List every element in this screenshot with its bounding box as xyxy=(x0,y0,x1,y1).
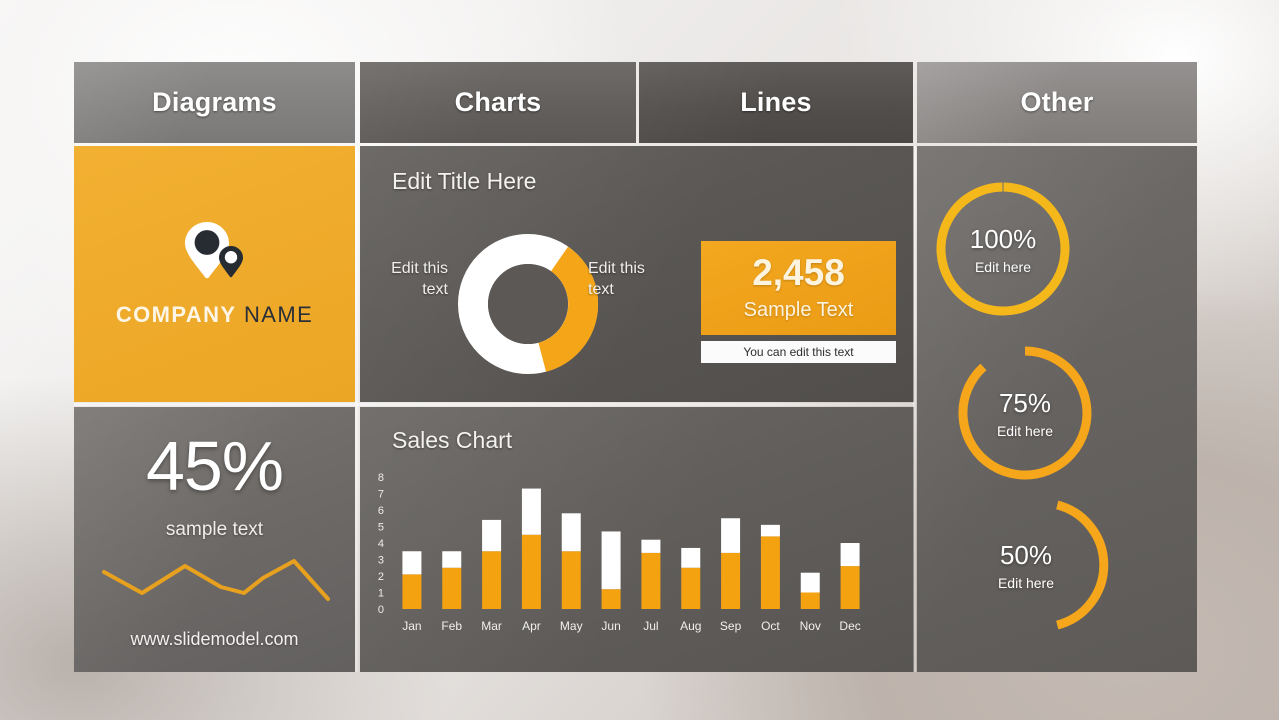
x-axis-tick: Feb xyxy=(441,619,462,633)
company-name-second: NAME xyxy=(243,302,314,327)
y-axis-tick: 7 xyxy=(378,489,384,501)
gauge-50-caption: Edit here xyxy=(997,575,1055,591)
y-axis-tick: 2 xyxy=(378,571,384,583)
other-card: 100% Edit here 75% Edit here 50% Edit he… xyxy=(917,146,1197,672)
sales-chart-title: Sales Chart xyxy=(392,427,513,453)
tab-other[interactable]: Other xyxy=(917,62,1197,143)
x-axis-tick: Sep xyxy=(720,619,742,633)
x-axis-tick: Mar xyxy=(481,619,502,633)
y-axis-tick: 1 xyxy=(378,588,384,600)
y-axis-tick: 8 xyxy=(378,472,384,484)
divider-left xyxy=(355,146,358,672)
chart-card: Edit Title Here Edit this text Edit this… xyxy=(360,146,914,402)
donut-label-right: Edit this text xyxy=(588,260,645,299)
bar-segment-orange xyxy=(402,574,422,609)
bar-segment-white xyxy=(840,543,860,567)
bar-segment-white xyxy=(402,551,422,575)
sales-chart-card: Sales Chart 0 1 2 3 4 5 6 7 8 Jan Feb Mar Apr May Jun J… xyxy=(360,407,914,672)
percent-card: 45% sample text www.slidemodel.com xyxy=(74,407,355,672)
bar-segment-white xyxy=(482,519,502,552)
bar-segment-white xyxy=(800,572,820,593)
sales-chart-plot: 0 1 2 3 4 5 6 7 8 Jan Feb Mar Apr May Jun Jul Aug Sep Oct N… xyxy=(378,472,861,633)
x-axis-tick: Jun xyxy=(601,619,620,633)
bar-segment-orange xyxy=(482,551,502,609)
bar-segment-white xyxy=(721,518,741,553)
stat-card: 2,458 Sample Text xyxy=(701,241,896,335)
y-axis-tick: 6 xyxy=(378,505,384,517)
x-axis-tick: Oct xyxy=(761,619,780,633)
y-axis-tick: 5 xyxy=(378,522,384,534)
donut-label-left: Edit this text xyxy=(391,260,448,299)
bar-segment-white xyxy=(442,551,462,568)
gauge-100-caption: Edit here xyxy=(974,259,1032,275)
x-axis-tick: Apr xyxy=(522,619,541,633)
gauge-100-percent: 100% xyxy=(969,224,1037,254)
tab-lines[interactable]: Lines xyxy=(639,62,913,143)
bar-segment-orange xyxy=(681,567,701,609)
gauge-50-percent: 50% xyxy=(999,540,1053,570)
stat-note[interactable]: You can edit this text xyxy=(701,341,896,363)
gauge-75-caption: Edit here xyxy=(996,423,1054,439)
x-axis-tick: Dec xyxy=(839,619,860,633)
bar-segment-orange xyxy=(561,551,581,609)
tab-charts[interactable]: Charts xyxy=(360,62,636,143)
bar-segment-orange xyxy=(442,567,462,609)
divider-right xyxy=(913,146,916,672)
tab-charts-label: Charts xyxy=(454,87,542,117)
company-name: COMPANY NAME xyxy=(116,302,313,328)
bar-segment-orange xyxy=(840,566,860,609)
stat-caption: Sample Text xyxy=(743,299,854,321)
bar-segment-orange xyxy=(800,592,820,609)
location-pin-logo-icon xyxy=(179,220,251,284)
bar-segment-orange xyxy=(521,534,541,609)
x-axis-tick: Aug xyxy=(680,619,701,633)
x-axis-tick: Jan xyxy=(402,619,421,633)
company-name-first: COMPANY xyxy=(115,302,237,327)
website-url: www.slidemodel.com xyxy=(130,629,299,649)
donut-chart xyxy=(458,234,599,374)
tab-lines-label: Lines xyxy=(740,87,812,117)
x-axis-tick: May xyxy=(560,619,583,633)
slide-canvas: Diagrams Charts Lines Other COMPANY NAME… xyxy=(0,0,1279,720)
tab-diagrams-label: Diagrams xyxy=(152,87,277,117)
gauge-100: 100% Edit here xyxy=(932,178,1074,320)
y-axis-tick: 3 xyxy=(378,555,384,567)
gauge-75-percent: 75% xyxy=(998,388,1052,418)
company-card: COMPANY NAME xyxy=(74,146,355,402)
bar-segment-orange xyxy=(641,552,661,609)
x-axis-tick: Jul xyxy=(643,619,658,633)
y-axis-tick: 0 xyxy=(378,604,384,616)
percent-value: 45% xyxy=(145,427,284,505)
bar-segment-white xyxy=(521,488,541,535)
x-axis-tick: Nov xyxy=(800,619,821,633)
chart-card-title: Edit Title Here xyxy=(392,168,537,194)
bar-segment-orange xyxy=(721,552,741,609)
bar-segment-white xyxy=(641,539,661,553)
gauge-50: 50% Edit here xyxy=(997,494,1139,636)
bar-segment-white xyxy=(601,531,621,590)
bar-segment-orange xyxy=(601,589,621,609)
y-axis-tick: 4 xyxy=(378,538,384,550)
percent-caption: sample text xyxy=(165,519,264,540)
bar-segment-white xyxy=(681,547,701,568)
gauge-75: 75% Edit here xyxy=(954,342,1096,484)
tab-other-label: Other xyxy=(1020,87,1094,117)
tab-diagrams[interactable]: Diagrams xyxy=(74,62,355,143)
bar-segment-white xyxy=(760,524,780,537)
sparkline-chart xyxy=(102,555,330,605)
stat-value: 2,458 xyxy=(752,252,845,293)
bar-segment-white xyxy=(561,513,581,552)
bar-segment-orange xyxy=(760,536,780,609)
divider-middle xyxy=(74,403,914,406)
